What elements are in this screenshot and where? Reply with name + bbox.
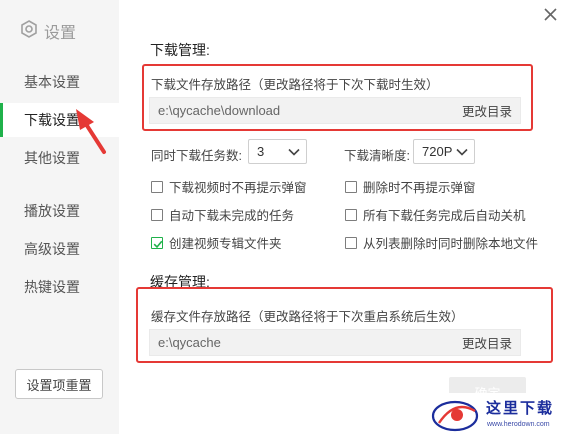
sidebar-item-label: 高级设置 [24,241,80,257]
sidebar-item-basic[interactable]: 基本设置 [0,65,119,99]
download-path-label: 下载文件存放路径（更改路径将于下次下载时生效） [151,78,439,92]
watermark-text: 这里下载 [486,399,555,417]
checkbox[interactable] [345,236,357,249]
checkbox[interactable] [345,208,357,221]
option-label: 自动下载未完成的任务 [169,209,295,223]
option-delete-local-file[interactable]: 从列表删除时同时删除本地文件 [345,233,538,252]
watermark-url: www.herodown.com [487,421,550,428]
download-change-dir-button[interactable]: 更改目录 [462,101,512,120]
sidebar: 设置 基本设置 下载设置 其他设置 播放设置 高级设置 热键设置 设置项重置 [0,0,119,434]
cache-path-value: e:\qycache [158,335,221,350]
sidebar-item-label: 热键设置 [24,279,80,295]
sidebar-item-advanced[interactable]: 高级设置 [0,232,119,266]
option-no-popup-on-delete[interactable]: 删除时不再提示弹窗 [345,177,476,196]
gear-icon [20,19,44,43]
option-label: 下载视频时不再提示弹窗 [169,181,307,195]
cache-change-dir-button[interactable]: 更改目录 [462,333,512,352]
checkbox[interactable] [151,236,163,249]
option-label: 删除时不再提示弹窗 [363,181,476,195]
close-button[interactable] [541,5,561,25]
quality-value: 720P [422,144,453,159]
sidebar-item-label: 基本设置 [24,74,80,90]
check-icon [153,240,163,248]
option-label: 创建视频专辑文件夹 [169,237,282,251]
cache-path-field: e:\qycache 更改目录 [149,329,521,356]
sidebar-item-label: 下载设置 [24,112,80,128]
close-icon [541,8,561,29]
checkbox[interactable] [151,180,163,193]
concurrent-tasks-value: 3 [257,144,265,159]
sidebar-item-download[interactable]: 下载设置 [0,103,119,137]
option-no-popup-on-download[interactable]: 下载视频时不再提示弹窗 [151,177,307,196]
reset-settings-button[interactable]: 设置项重置 [15,369,103,399]
download-path-field: e:\qycache\download 更改目录 [149,97,521,124]
quality-select[interactable]: 720P [413,139,475,164]
sidebar-item-other[interactable]: 其他设置 [0,141,119,175]
sidebar-title: 设置 [44,25,77,42]
chevron-down-icon [288,144,300,159]
cache-path-label: 缓存文件存放路径（更改路径将于下次重启系统后生效） [151,310,464,324]
checkbox[interactable] [345,180,357,193]
option-label: 所有下载任务完成后自动关机 [363,209,526,223]
quality-label: 下载清晰度: [344,149,410,163]
option-auto-shutdown[interactable]: 所有下载任务完成后自动关机 [345,205,526,224]
option-label: 从列表删除时同时删除本地文件 [363,237,539,251]
download-section-title: 下载管理: [150,42,210,58]
option-auto-resume[interactable]: 自动下载未完成的任务 [151,205,294,224]
option-create-album-folder[interactable]: 创建视频专辑文件夹 [151,233,282,252]
download-path-value: e:\qycache\download [158,103,281,118]
concurrent-tasks-label: 同时下载任务数: [151,149,242,163]
checkbox[interactable] [151,208,163,221]
sidebar-item-label: 播放设置 [24,203,80,219]
chevron-down-icon [456,144,468,159]
sidebar-item-hotkey[interactable]: 热键设置 [0,270,119,304]
sidebar-item-label: 其他设置 [24,150,80,166]
sidebar-item-playback[interactable]: 播放设置 [0,194,119,228]
concurrent-tasks-select[interactable]: 3 [248,139,307,164]
sidebar-header: 设置 [20,19,76,43]
